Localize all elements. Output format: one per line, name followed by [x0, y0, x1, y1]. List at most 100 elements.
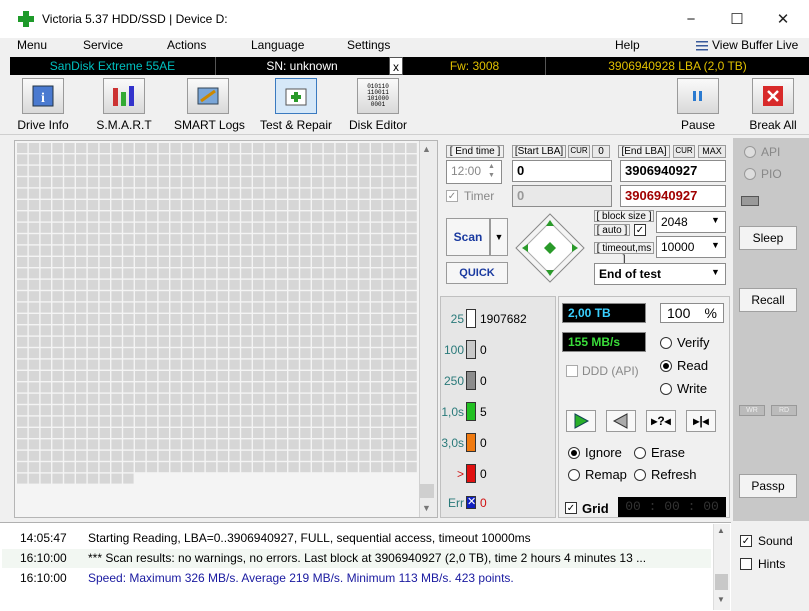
passp-button[interactable]: Passp	[739, 474, 797, 498]
scan-block-cell	[205, 416, 217, 427]
menu-help[interactable]: Help	[615, 38, 640, 52]
erase-radio[interactable]	[634, 447, 646, 459]
scan-block-cell	[28, 302, 40, 313]
drive-info-button[interactable]: i Drive Info	[14, 78, 72, 132]
scan-block-cell	[64, 348, 75, 359]
scan-block-cell	[64, 188, 75, 199]
close-device-button[interactable]: x	[389, 57, 403, 75]
menu-language[interactable]: Language	[251, 38, 304, 52]
scan-block-cell	[87, 291, 99, 302]
scan-block-cell	[359, 450, 370, 461]
scan-block-cell	[394, 165, 405, 176]
scan-block-cell	[123, 348, 134, 359]
test-repair-button[interactable]: Test & Repair	[258, 78, 334, 132]
scroll-down-icon[interactable]: ▼	[422, 503, 431, 513]
log-scroll-up-icon[interactable]: ▲	[717, 526, 725, 535]
start-cur-button[interactable]: CUR	[568, 145, 590, 158]
end-action-select[interactable]: End of test	[594, 263, 726, 285]
scan-block-cell	[288, 268, 299, 279]
end-cur-button[interactable]: CUR	[673, 145, 695, 158]
scan-block-cell	[182, 188, 193, 199]
scan-block-cell	[28, 382, 40, 393]
ignore-radio[interactable]	[568, 447, 580, 459]
scan-block-cell	[111, 416, 122, 427]
sound-checkbox[interactable]: ✓	[740, 535, 752, 547]
close-button[interactable]: ✕	[760, 0, 806, 38]
scan-block-cell	[146, 359, 158, 370]
scan-block-cell	[371, 371, 382, 381]
disk-editor-button[interactable]: 010110 110011 101000 0001 Disk Editor	[348, 78, 408, 132]
scan-block-cell	[264, 143, 276, 153]
scan-block-cell	[276, 177, 287, 188]
scan-block-cell	[28, 325, 40, 336]
scan-block-cell	[64, 393, 75, 404]
scan-block-cell	[28, 416, 40, 427]
auto-checkbox[interactable]: ✓	[634, 224, 646, 236]
percent-sign: %	[704, 305, 717, 321]
scroll-thumb[interactable]	[420, 484, 434, 498]
read-radio[interactable]	[660, 360, 672, 372]
minimize-button[interactable]: −	[668, 0, 714, 38]
remap-radio[interactable]	[568, 469, 580, 481]
start-lba-input[interactable]: 0	[512, 160, 612, 182]
smart-button[interactable]: S.M.A.R.T	[94, 78, 154, 132]
scan-block-cell	[87, 416, 99, 427]
pause-button[interactable]: Pause	[674, 78, 722, 132]
sleep-button[interactable]: Sleep	[739, 226, 797, 250]
break-all-button[interactable]: Break All	[746, 78, 800, 132]
scan-block-cell	[194, 291, 205, 302]
pio-radio[interactable]	[744, 168, 756, 180]
ddd-label: DDD (API)	[582, 364, 639, 378]
scan-button[interactable]: Scan	[446, 218, 490, 256]
hints-checkbox[interactable]	[740, 558, 752, 570]
scan-block-cell	[76, 462, 87, 473]
scan-block-cell	[276, 371, 287, 381]
verify-radio[interactable]	[660, 337, 672, 349]
api-radio[interactable]	[744, 146, 756, 158]
butterfly-button[interactable]: ▸|◂	[686, 410, 716, 432]
scan-block-cell	[347, 222, 358, 233]
recall-button[interactable]: Recall	[739, 288, 797, 312]
write-radio[interactable]	[660, 383, 672, 395]
log-scroll-down-icon[interactable]: ▼	[717, 595, 725, 604]
scan-block-cell	[52, 428, 63, 438]
timer-input[interactable]: 0	[512, 185, 612, 207]
end-time-spinner-icon[interactable]: ▲ ▼	[488, 162, 495, 180]
scan-block-cell	[312, 314, 323, 324]
ddd-checkbox[interactable]	[566, 365, 578, 377]
refresh-radio[interactable]	[634, 469, 646, 481]
direction-pad[interactable]	[514, 212, 586, 284]
scan-block-cell	[264, 382, 276, 393]
scan-block-cell	[17, 428, 28, 438]
menu-menu[interactable]: Menu	[17, 38, 47, 52]
maximize-button[interactable]: ☐	[714, 0, 760, 38]
scan-block-cell	[382, 462, 394, 473]
scan-block-cell	[347, 325, 358, 336]
scan-block-cell	[264, 165, 276, 176]
timer-checkbox[interactable]: ✓	[446, 190, 458, 202]
menu-actions[interactable]: Actions	[167, 38, 206, 52]
quick-button[interactable]: QUICK	[446, 262, 508, 284]
scan-block-cell	[264, 371, 276, 381]
scan-dropdown-icon[interactable]: ▼	[490, 218, 508, 256]
start-zero-button[interactable]: 0	[592, 145, 610, 158]
scan-block-cell	[64, 450, 75, 461]
grid-checkbox[interactable]: ✓	[565, 502, 577, 514]
play-button[interactable]	[566, 410, 596, 432]
end-max-button[interactable]: MAX	[698, 145, 726, 158]
scan-block-cell	[40, 462, 51, 473]
log-time: 14:05:47	[20, 531, 67, 545]
smart-logs-button[interactable]: SMART Logs	[174, 78, 245, 132]
scroll-up-icon[interactable]: ▲	[422, 144, 431, 154]
log-scroll-thumb[interactable]	[715, 574, 728, 590]
random-seek-button[interactable]: ▸?◂	[646, 410, 676, 432]
scan-block-cell	[394, 257, 405, 267]
scan-map-scrollbar[interactable]	[419, 141, 437, 517]
menu-settings[interactable]: Settings	[347, 38, 390, 52]
end-lba-input[interactable]: 3906940927	[620, 160, 726, 182]
scan-block-cell	[359, 200, 370, 210]
scan-block-cell	[253, 348, 264, 359]
menu-service[interactable]: Service	[83, 38, 123, 52]
view-buffer-live[interactable]: View Buffer Live	[712, 38, 798, 52]
reverse-button[interactable]	[606, 410, 636, 432]
